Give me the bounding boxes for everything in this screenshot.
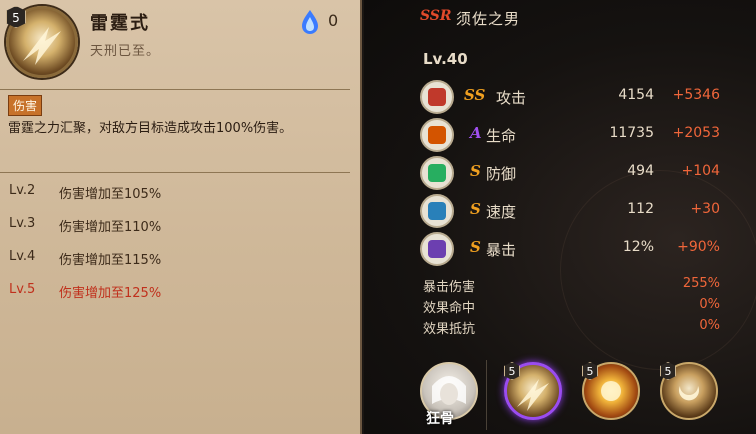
skill-detail-panel: 5 雷霆式 天刑已至。 0 伤害 雷霆之力汇聚，对敌方目标造成攻击100%伤害。… — [0, 0, 362, 434]
level-row: Lv.3 伤害增加至110% — [9, 216, 349, 249]
stat-grade: S — [470, 238, 481, 256]
stat-bonus: +2053 — [672, 125, 720, 141]
life-icon — [420, 118, 454, 152]
skill-subtitle: 天刑已至。 — [90, 44, 161, 59]
crit-icon — [420, 232, 454, 266]
stat-row-speed: S 速度 112 +30 — [420, 194, 720, 228]
stat-row-attack: SS 攻击 4154 +5346 — [420, 80, 720, 114]
defense-icon — [420, 156, 454, 190]
level-effect: 伤害增加至125% — [59, 286, 162, 301]
stat-value: 112 — [627, 201, 654, 217]
sub-stat-label: 效果命中 — [423, 301, 476, 316]
stat-grade: S — [470, 200, 481, 218]
stat-bonus: +5346 — [672, 87, 720, 103]
sub-stat-value: 0% — [699, 318, 720, 333]
divider — [0, 89, 350, 90]
stat-bonus: +90% — [677, 239, 720, 255]
skill-tag: 伤害 — [8, 95, 43, 116]
sub-stat-value: 0% — [699, 297, 720, 312]
level-label: Lv.5 — [9, 282, 36, 297]
level-effect: 伤害增加至105% — [59, 187, 162, 202]
skill-description: 雷霆之力汇聚，对敌方目标造成攻击100%伤害。 — [8, 121, 293, 136]
sub-stat-label: 暴击伤害 — [423, 280, 476, 295]
stat-label: 攻击 — [496, 89, 527, 107]
stat-label: 速度 — [486, 203, 517, 221]
rarity-badge: SSR — [420, 8, 452, 24]
stat-row-life: A 生命 11735 +2053 — [420, 118, 720, 152]
divider — [486, 360, 487, 430]
hero-name: 须佐之男 — [456, 10, 521, 28]
stat-grade: SS — [464, 86, 486, 104]
stat-row-defense: S 防御 494 +104 — [420, 156, 720, 190]
attack-icon — [420, 80, 454, 114]
stat-grade: A — [470, 124, 482, 142]
stat-value: 494 — [627, 163, 654, 179]
sub-stat-effect-resist: 效果抵抗 0% — [423, 318, 720, 338]
sub-stat-crit-damage: 暴击伤害 255% — [423, 276, 720, 296]
stat-bonus: +30 — [690, 201, 720, 217]
level-effect: 伤害增加至110% — [59, 220, 162, 235]
skill-name: 雷霆式 — [90, 13, 150, 34]
sub-stat-label: 效果抵抗 — [423, 322, 476, 337]
stat-label: 生命 — [486, 127, 517, 145]
onibi-orb-icon — [302, 10, 318, 34]
hero-level: Lv.40 — [423, 50, 468, 68]
sub-stat-effect-hit: 效果命中 0% — [423, 297, 720, 317]
stat-label: 防御 — [486, 165, 517, 183]
level-label: Lv.4 — [9, 249, 36, 264]
stat-value: 12% — [622, 239, 654, 255]
speed-icon — [420, 194, 454, 228]
stat-label: 暴击 — [486, 241, 517, 259]
level-row: Lv.4 伤害增加至115% — [9, 249, 349, 282]
stat-row-crit: S 暴击 12% +90% — [420, 232, 720, 266]
level-label: Lv.2 — [9, 183, 36, 198]
level-effect: 伤害增加至115% — [59, 253, 162, 268]
orb-count: 0 — [328, 11, 339, 30]
level-row: Lv.2 伤害增加至105% — [9, 183, 349, 216]
level-label: Lv.3 — [9, 216, 36, 231]
avatar-label: 狂骨 — [426, 411, 454, 427]
level-row-current: Lv.5 伤害增加至125% — [9, 282, 349, 315]
sub-stat-value: 255% — [682, 276, 720, 291]
stat-grade: S — [470, 162, 481, 180]
divider — [0, 172, 350, 173]
skill-level-list: Lv.2 伤害增加至105% Lv.3 伤害增加至110% Lv.4 伤害增加至… — [9, 183, 349, 315]
stat-value: 4154 — [618, 87, 654, 103]
stat-value: 11735 — [609, 125, 654, 141]
stat-bonus: +104 — [681, 163, 720, 179]
